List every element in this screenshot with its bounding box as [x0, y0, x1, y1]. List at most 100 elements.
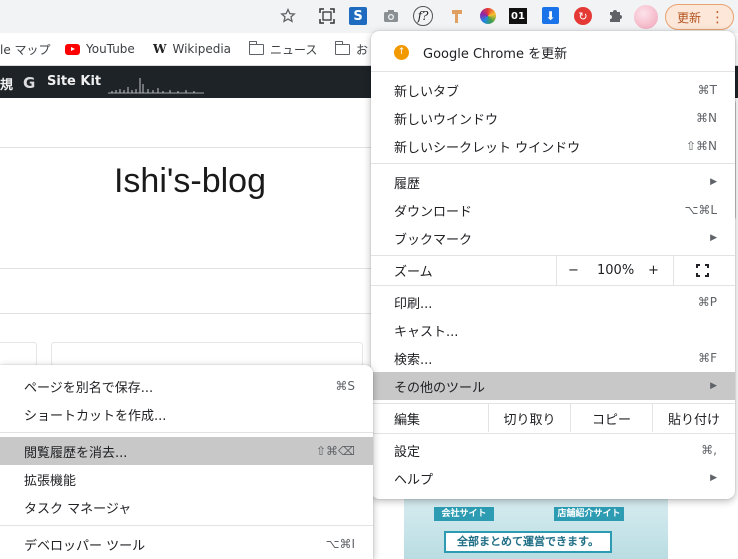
menu-separator — [0, 525, 373, 526]
bookmark-wikipedia[interactable]: W Wikipedia — [153, 40, 231, 58]
bookmark-youtube[interactable]: YouTube — [65, 40, 135, 58]
blog-title[interactable]: Ishi's-blog — [0, 162, 380, 201]
avatar[interactable] — [634, 5, 658, 29]
zoom-in-button[interactable]: + — [648, 263, 659, 278]
fullscreen-icon[interactable] — [696, 264, 709, 277]
menu-item-label: 新しいシークレット ウインドウ — [394, 140, 581, 156]
color-wheel-icon[interactable] — [480, 8, 496, 24]
menu-item-new-incognito[interactable]: 新しいシークレット ウインドウ ⇧⌘N — [371, 132, 735, 160]
menu-item-update-chrome[interactable]: ↑ Google Chrome を更新 — [371, 38, 735, 66]
menu-item-label: ズーム — [394, 265, 433, 280]
f-extension-icon[interactable]: f? — [413, 6, 433, 26]
chrome-update-button[interactable]: 更新 ⋮ — [665, 4, 734, 30]
s-extension-icon[interactable]: S — [349, 7, 367, 25]
menu-item-save-page[interactable]: ページを別名で保存... ⌘S — [0, 372, 373, 400]
menu-item-label: 印刷... — [394, 296, 433, 312]
shortcut-text: ⌥⌘L — [684, 203, 717, 217]
banner-message: 全部まとめて運営できます。 — [444, 531, 612, 553]
capture-icon[interactable] — [316, 5, 338, 27]
puzzle-icon[interactable] — [604, 5, 626, 27]
menu-item-new-tab[interactable]: 新しいタブ ⌘T — [371, 76, 735, 104]
camera-icon[interactable] — [380, 5, 402, 27]
menu-item-history[interactable]: 履歴 ▶ — [371, 168, 735, 196]
bookmark-label: ニュース — [270, 42, 318, 57]
bookmark-label: le マップ — [0, 42, 51, 57]
menu-item-label: ヘルプ — [394, 472, 434, 488]
menu-item-label: 設定 — [394, 444, 421, 460]
divider — [0, 147, 380, 148]
divider — [0, 313, 380, 314]
shortcut-text: ⌘N — [696, 111, 717, 125]
submenu-arrow-icon: ▶ — [710, 473, 717, 483]
menu-item-label: キャスト... — [394, 324, 459, 340]
menu-item-developer-tools[interactable]: デベロッパー ツール ⌥⌘I — [0, 530, 373, 558]
folder-icon — [248, 40, 264, 55]
bookmark-maps[interactable]: le マップ — [0, 40, 51, 58]
submenu-arrow-icon: ▶ — [710, 177, 717, 187]
menu-separator — [0, 432, 373, 433]
menu-item-create-shortcut[interactable]: ショートカットを作成... — [0, 400, 373, 428]
01-extension-icon[interactable]: 01 — [509, 8, 527, 24]
menu-item-label: その他のツール — [394, 380, 486, 396]
menu-item-more-tools[interactable]: その他のツール ▶ — [371, 372, 735, 400]
divider — [0, 268, 380, 269]
menu-item-label: 新しいウインドウ — [394, 112, 499, 128]
menu-item-help[interactable]: ヘルプ ▶ — [371, 464, 735, 492]
shortcut-text: ⌘F — [698, 351, 717, 365]
star-icon[interactable] — [277, 5, 299, 27]
zoom-out-button[interactable]: − — [568, 263, 579, 278]
menu-item-extensions[interactable]: 拡張機能 — [0, 465, 373, 493]
paste-button[interactable]: 貼り付け — [652, 404, 735, 432]
browser-toolbar: S f? 01 ⬇ ↻ 更新 ⋮ — [0, 0, 738, 33]
bookmark-label: YouTube — [86, 42, 135, 56]
menu-separator — [371, 285, 735, 286]
menu-separator — [371, 71, 735, 72]
wikipedia-icon: W — [153, 42, 167, 56]
menu-item-bookmarks[interactable]: ブックマーク ▶ — [371, 224, 735, 252]
red-extension-icon[interactable]: ↻ — [574, 7, 592, 25]
menu-item-new-window[interactable]: 新しいウインドウ ⌘N — [371, 104, 735, 132]
youtube-icon — [65, 43, 80, 55]
menu-item-cast[interactable]: キャスト... — [371, 316, 735, 344]
bookmark-label: お — [356, 42, 369, 57]
submenu-arrow-icon: ▶ — [710, 381, 717, 391]
menu-item-label: 履歴 — [394, 176, 421, 192]
menu-item-find[interactable]: 検索... ⌘F — [371, 344, 735, 372]
menu-row-edit: 編集 切り取り コピー 貼り付け — [371, 404, 735, 432]
menu-item-downloads[interactable]: ダウンロード ⌥⌘L — [371, 196, 735, 224]
menu-item-clear-browsing-data[interactable]: 閲覧履歴を消去... ⇧⌘⌫ — [0, 437, 373, 465]
menu-separator — [371, 163, 735, 164]
menu-dots-icon[interactable]: ⋮ — [710, 7, 725, 27]
menu-row-zoom: ズーム − 100% + — [371, 256, 735, 285]
admin-bar-item-view[interactable]: 規 — [0, 74, 13, 93]
menu-item-label: タスク マネージャ — [24, 501, 132, 517]
menu-item-print[interactable]: 印刷... ⌘P — [371, 288, 735, 316]
banner-tag-store: 店舗紹介サイト — [554, 507, 624, 521]
menu-item-label: ページを別名で保存... — [24, 380, 154, 396]
promo-banner[interactable]: 会社サイト 店舗紹介サイト 全部まとめて運営できます。 — [404, 497, 668, 559]
menu-item-task-manager[interactable]: タスク マネージャ — [0, 493, 373, 521]
download-extension-icon[interactable]: ⬇ — [542, 7, 559, 24]
update-arrow-icon: ↑ — [394, 44, 409, 60]
copy-button[interactable]: コピー — [570, 404, 652, 432]
admin-bar-site-kit[interactable]: Site Kit — [47, 74, 101, 89]
banner-tag-company: 会社サイト — [434, 507, 494, 521]
shortcut-text: ⌘P — [697, 295, 717, 309]
shortcut-text: ⇧⌘N — [685, 139, 717, 153]
shortcut-text: ⌘T — [697, 83, 717, 97]
cut-button[interactable]: 切り取り — [488, 404, 570, 432]
highlighter-icon[interactable] — [446, 5, 468, 27]
menu-item-label: ショートカットを作成... — [24, 408, 167, 424]
zoom-level: 100% — [597, 263, 635, 278]
bookmark-folder-news[interactable]: ニュース — [248, 40, 318, 58]
shortcut-text: ⌘, — [701, 443, 717, 457]
submenu-arrow-icon: ▶ — [710, 233, 717, 243]
menu-item-label: ダウンロード — [394, 204, 473, 220]
bookmark-folder-o[interactable]: お — [334, 40, 369, 58]
shortcut-text: ⌥⌘I — [325, 537, 355, 551]
more-tools-submenu: ページを別名で保存... ⌘S ショートカットを作成... 閲覧履歴を消去...… — [0, 365, 373, 559]
menu-item-label: 検索... — [394, 352, 433, 368]
menu-item-settings[interactable]: 設定 ⌘, — [371, 436, 735, 464]
menu-item-label: 閲覧履歴を消去... — [24, 445, 128, 461]
google-g-icon: G — [23, 74, 36, 92]
